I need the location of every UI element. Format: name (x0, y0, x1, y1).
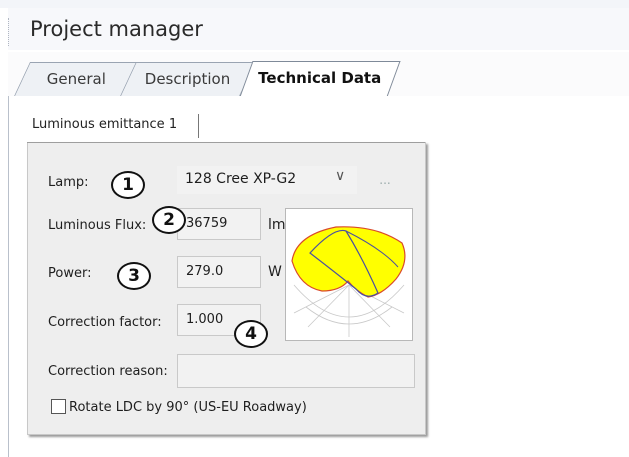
luminous-flux-label: Luminous Flux: (48, 218, 147, 233)
panel-top-border (27, 142, 425, 143)
grip-icon (8, 18, 12, 46)
ldc-preview (285, 208, 413, 341)
tab-description[interactable]: Description (120, 62, 256, 96)
correction-reason-label: Correction reason: (48, 364, 168, 379)
power-label: Power: (48, 266, 92, 281)
power-field[interactable]: 279.0 (177, 256, 261, 288)
power-unit: W (268, 264, 282, 280)
tab-technical-data[interactable]: Technical Data (239, 61, 401, 97)
window-title: Project manager (30, 17, 203, 41)
lamp-label: Lamp: (48, 175, 89, 190)
callout-3: 3 (117, 262, 151, 290)
lamp-select-value: 128 Cree XP-G2 (185, 171, 297, 187)
correction-reason-field[interactable] (177, 354, 415, 388)
callout-2: 2 (152, 206, 186, 234)
flux-unit: lm (268, 217, 286, 233)
subtab-luminous-emittance[interactable]: Luminous emittance 1 (32, 117, 177, 132)
callout-4: 4 (234, 320, 268, 348)
lamp-more-button[interactable]: ... (366, 169, 404, 193)
correction-factor-label: Correction factor: (48, 315, 162, 330)
light-distribution-curve-icon (291, 226, 406, 337)
luminous-flux-field[interactable]: 36759 (177, 208, 261, 240)
rotate-ldc-checkbox[interactable] (51, 399, 66, 414)
top-strip (0, 0, 629, 8)
callout-1: 1 (111, 171, 145, 199)
subtab-divider (198, 114, 199, 138)
rotate-ldc-label: Rotate LDC by 90° (US-EU Roadway) (69, 400, 307, 415)
chevron-down-icon[interactable]: ∨ (335, 168, 345, 184)
